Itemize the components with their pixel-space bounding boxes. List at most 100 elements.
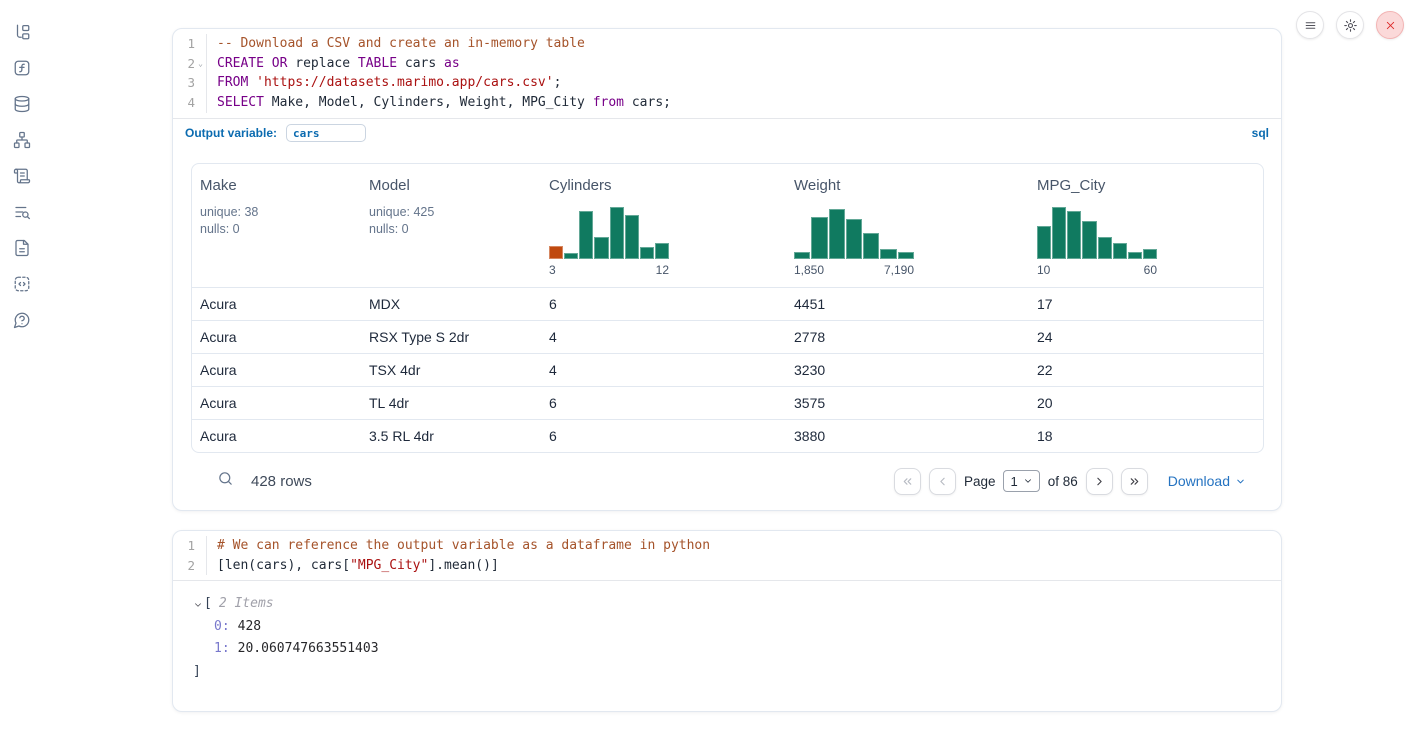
chevron-down-icon	[1235, 476, 1246, 487]
left-sidebar	[0, 0, 44, 729]
sql-code-editor[interactable]: 1-- Download a CSV and create an in-memo…	[173, 29, 1281, 118]
document-icon[interactable]	[13, 239, 31, 257]
table-cell: Acura	[192, 296, 361, 312]
line-number: 4	[187, 93, 195, 113]
histogram-bar	[610, 207, 624, 259]
code-text: # We can reference the output variable a…	[207, 536, 710, 556]
open-bracket: [	[204, 593, 212, 616]
table-cell: TSX 4dr	[361, 362, 541, 378]
first-page-button[interactable]	[894, 468, 921, 495]
code-snippets-icon[interactable]	[13, 275, 31, 293]
output-tree: [ 2 Items 0:4281:20.060747663551403 ]	[173, 581, 1281, 699]
table-cell: Acura	[192, 395, 361, 411]
column-header-mpg-city[interactable]: MPG_City 10 60	[1029, 164, 1263, 287]
table-header-row: Make unique: 38 nulls: 0 Model unique: 4…	[192, 164, 1263, 287]
list-search-icon[interactable]	[13, 203, 31, 221]
axis-max-label: 7,190	[884, 263, 914, 277]
database-icon[interactable]	[13, 95, 31, 113]
table-cell: 3575	[786, 395, 1029, 411]
table-body: AcuraMDX6445117AcuraRSX Type S 2dr427782…	[192, 287, 1263, 452]
column-header-make[interactable]: Make unique: 38 nulls: 0	[192, 164, 361, 287]
file-tree-icon[interactable]	[13, 23, 31, 41]
histogram-bar	[1037, 226, 1051, 259]
close-bracket: ]	[193, 661, 1265, 684]
table-cell: 20	[1029, 395, 1263, 411]
histogram-bar	[811, 217, 827, 259]
output-variable-input[interactable]	[286, 124, 366, 142]
table-row: AcuraMDX6445117	[192, 287, 1263, 320]
axis-min-label: 1,850	[794, 263, 824, 277]
histogram-bar	[794, 252, 810, 259]
menu-button[interactable]	[1296, 11, 1324, 39]
scroll-logs-icon[interactable]	[13, 167, 31, 185]
column-header-cylinders[interactable]: Cylinders 3 12	[541, 164, 786, 287]
column-header-weight[interactable]: Weight 1,850 7,190	[786, 164, 1029, 287]
code-line[interactable]: 1# We can reference the output variable …	[173, 536, 1281, 556]
histogram-bar	[594, 237, 608, 259]
data-table: Make unique: 38 nulls: 0 Model unique: 4…	[191, 163, 1264, 453]
table-cell: 6	[541, 395, 786, 411]
code-text: FROM 'https://datasets.marimo.app/cars.c…	[207, 73, 561, 93]
function-icon[interactable]	[13, 59, 31, 77]
settings-button[interactable]	[1336, 11, 1364, 39]
tree-root: [ 2 Items	[193, 593, 1265, 616]
tree-entry: 1:20.060747663551403	[193, 638, 1265, 661]
axis-max-label: 60	[1144, 263, 1157, 277]
chevron-down-icon[interactable]	[193, 600, 203, 610]
dependency-graph-icon[interactable]	[13, 131, 31, 149]
download-button[interactable]: Download	[1168, 473, 1246, 489]
table-cell: RSX Type S 2dr	[361, 329, 541, 345]
fold-chevron-icon[interactable]: ⌄	[195, 54, 206, 74]
line-gutter: 1	[173, 34, 207, 54]
tree-entry: 0:428	[193, 616, 1265, 639]
table-cell: 2778	[786, 329, 1029, 345]
help-icon[interactable]	[13, 311, 31, 329]
search-icon[interactable]	[217, 470, 234, 492]
column-stats: unique: 425 nulls: 0	[369, 204, 533, 238]
page-select-value: 1	[1010, 474, 1017, 489]
last-page-button[interactable]	[1121, 468, 1148, 495]
histogram-bar	[1113, 243, 1127, 259]
shutdown-close-icon	[1385, 20, 1396, 31]
tree-entry-value: 20.060747663551403	[238, 641, 379, 656]
table-cell: 3230	[786, 362, 1029, 378]
chevron-left-icon	[936, 475, 949, 488]
histogram-bar	[579, 211, 593, 259]
code-line[interactable]: 2⌄CREATE OR replace TABLE cars as	[173, 54, 1281, 74]
histogram-bar	[1098, 237, 1112, 259]
code-text: [len(cars), cars["MPG_City"].mean()]	[207, 556, 499, 576]
total-pages-label: of 86	[1048, 474, 1078, 489]
code-text: -- Download a CSV and create an in-memor…	[207, 34, 585, 54]
download-label: Download	[1168, 473, 1230, 489]
line-gutter: 1	[173, 536, 207, 556]
histogram-bar	[1128, 252, 1142, 259]
python-code-editor[interactable]: 1# We can reference the output variable …	[173, 531, 1281, 580]
table-cell: 4451	[786, 296, 1029, 312]
table-output: Make unique: 38 nulls: 0 Model unique: 4…	[173, 148, 1281, 510]
shutdown-button[interactable]	[1376, 11, 1404, 39]
page-select[interactable]: 1	[1003, 470, 1039, 492]
line-gutter: 2⌄	[173, 54, 207, 74]
code-line[interactable]: 4SELECT Make, Model, Cylinders, Weight, …	[173, 93, 1281, 113]
table-row: AcuraTL 4dr6357520	[192, 386, 1263, 419]
table-row: AcuraTSX 4dr4323022	[192, 353, 1263, 386]
table-cell: 6	[541, 296, 786, 312]
python-cell: 1# We can reference the output variable …	[172, 530, 1282, 712]
code-line[interactable]: 1-- Download a CSV and create an in-memo…	[173, 34, 1281, 54]
previous-page-button[interactable]	[929, 468, 956, 495]
column-stats: unique: 38 nulls: 0	[200, 204, 353, 238]
sql-cell: 1-- Download a CSV and create an in-memo…	[172, 28, 1282, 511]
next-page-button[interactable]	[1086, 468, 1113, 495]
histogram-bar	[829, 209, 845, 259]
histogram-bar	[640, 247, 654, 259]
axis-min-label: 3	[549, 263, 556, 277]
axis-min-label: 10	[1037, 263, 1050, 277]
column-title: MPG_City	[1037, 177, 1255, 194]
sql-cell-subbar: Output variable: sql	[173, 118, 1281, 148]
output-variable-label: Output variable:	[185, 126, 277, 140]
table-cell: 4	[541, 362, 786, 378]
code-line[interactable]: 3FROM 'https://datasets.marimo.app/cars.…	[173, 73, 1281, 93]
code-line[interactable]: 2[len(cars), cars["MPG_City"].mean()]	[173, 556, 1281, 576]
column-header-model[interactable]: Model unique: 425 nulls: 0	[361, 164, 541, 287]
table-cell: 6	[541, 428, 786, 444]
